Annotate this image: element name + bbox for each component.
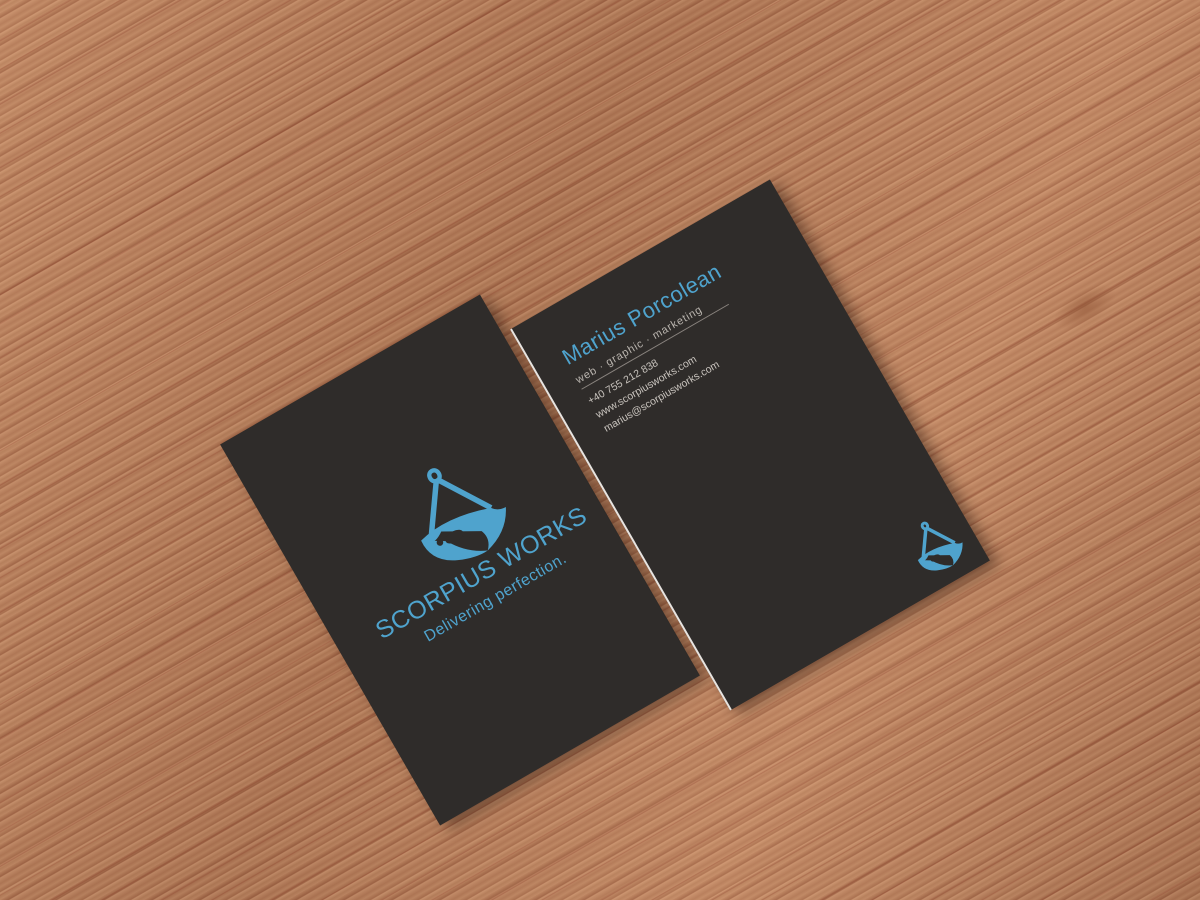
scorpion-anchor-small-logo-icon	[917, 521, 963, 571]
